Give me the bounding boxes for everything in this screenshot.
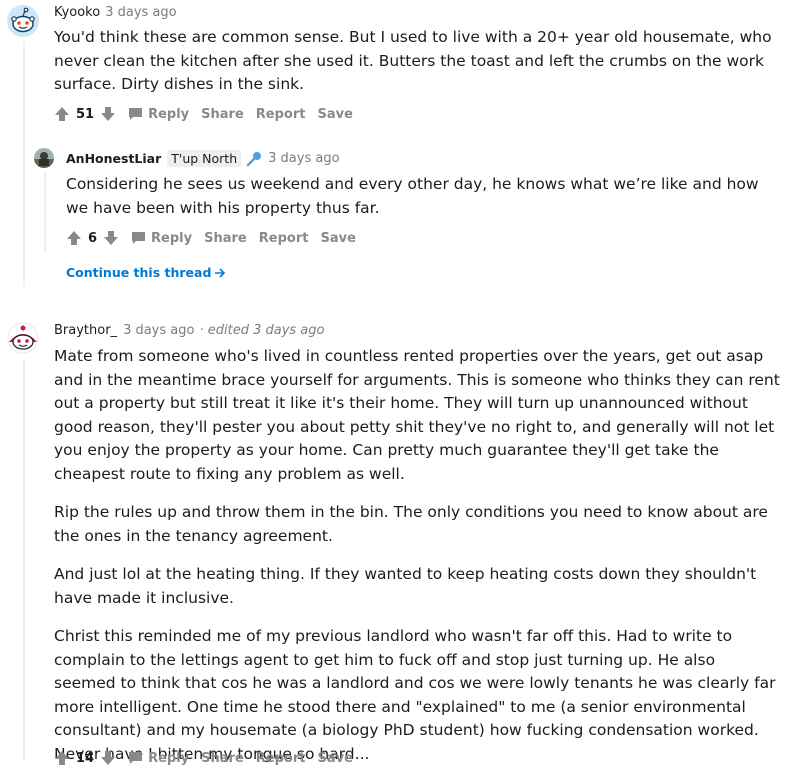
share-label: Share (204, 230, 247, 246)
comment-paragraph: Considering he sees us weekend and every… (66, 175, 759, 217)
avatar[interactable] (7, 5, 39, 37)
downvote-icon[interactable] (100, 750, 116, 766)
microphone-icon (246, 151, 262, 166)
user-photo-icon (34, 148, 54, 168)
comment-body: Considering he sees us weekend and every… (66, 173, 771, 235)
avatar[interactable] (7, 322, 39, 354)
comment-paragraph: You'd think these are common sense. But … (54, 28, 772, 93)
thread-line[interactable] (44, 172, 46, 252)
continue-thread-label: Continue this thread (66, 265, 212, 280)
save-button[interactable]: Save (318, 107, 353, 122)
vote-score: 51 (76, 106, 95, 122)
comment-meta: AnHonestLiar T'up North 3 days ago (66, 150, 340, 167)
upvote-icon[interactable] (66, 230, 82, 246)
comment-meta: Kyooko 3 days ago (54, 5, 177, 20)
thread-line[interactable] (23, 42, 25, 287)
comment-paragraph: Mate from someone who's lived in countle… (54, 347, 780, 483)
comment-body: Mate from someone who's lived in countle… (54, 345, 780, 781)
thread-line[interactable] (23, 360, 25, 760)
comment-paragraph: And just lol at the heating thing. If th… (54, 565, 757, 607)
save-button[interactable]: Save (318, 751, 353, 766)
timestamp[interactable]: 3 days ago (105, 5, 176, 20)
comment-paragraph: Rip the rules up and throw them in the b… (54, 503, 768, 545)
share-label: Share (201, 750, 244, 766)
save-button[interactable]: Save (320, 231, 355, 246)
comment-meta: Braythor_ 3 days ago · edited 3 days ago (54, 323, 324, 338)
snoo-avatar-icon (7, 322, 39, 354)
reply-button[interactable]: Reply (131, 231, 192, 246)
report-label: Report (255, 106, 306, 122)
downvote-icon[interactable] (103, 230, 119, 246)
reply-label: Reply (148, 750, 190, 766)
snoo-avatar-icon (7, 5, 39, 37)
comment-actions: 14 Reply Share Report Save (54, 750, 353, 766)
comment-paragraph: Christ this reminded me of my previous l… (54, 627, 776, 763)
avatar[interactable] (34, 148, 54, 168)
reply-label: Reply (148, 106, 190, 122)
vote-controls: 51 (54, 106, 116, 122)
vote-controls: 14 (54, 750, 116, 766)
share-button[interactable]: Share (204, 231, 247, 246)
reply-label: Reply (151, 230, 193, 246)
edited-label: · edited 3 days ago (199, 323, 325, 338)
save-label: Save (317, 106, 353, 122)
user-flair: T'up North (167, 150, 242, 167)
report-button[interactable]: Report (259, 231, 309, 246)
share-button[interactable]: Share (201, 751, 244, 766)
share-label: Share (201, 106, 244, 122)
upvote-icon[interactable] (54, 750, 70, 766)
speech-bubble-icon (132, 232, 146, 244)
speech-bubble-icon (129, 752, 143, 764)
downvote-icon[interactable] (100, 106, 116, 122)
timestamp[interactable]: 3 days ago (123, 323, 194, 338)
author-name[interactable]: AnHonestLiar (66, 151, 161, 166)
author-name[interactable]: Braythor_ (54, 323, 117, 338)
share-button[interactable]: Share (201, 107, 244, 122)
author-name[interactable]: Kyooko (54, 5, 100, 20)
save-label: Save (317, 750, 353, 766)
timestamp[interactable]: 3 days ago (268, 151, 339, 166)
continue-thread-link[interactable]: Continue this thread (66, 265, 226, 280)
report-button[interactable]: Report (256, 751, 306, 766)
vote-score: 14 (76, 750, 95, 766)
upvote-icon[interactable] (54, 106, 70, 122)
report-label: Report (258, 230, 309, 246)
comment-actions: 6 Reply Share Report Save (66, 230, 356, 246)
reply-button[interactable]: Reply (128, 107, 189, 122)
report-button[interactable]: Report (256, 107, 306, 122)
save-label: Save (320, 230, 356, 246)
speech-bubble-icon (129, 108, 143, 120)
comment-body: You'd think these are common sense. But … (54, 26, 779, 112)
vote-controls: 6 (66, 230, 119, 246)
reply-button[interactable]: Reply (128, 751, 189, 766)
vote-score: 6 (88, 230, 98, 246)
arrow-right-icon (215, 267, 226, 278)
report-label: Report (255, 750, 306, 766)
comment-actions: 51 Reply Share Report Save (54, 106, 353, 122)
